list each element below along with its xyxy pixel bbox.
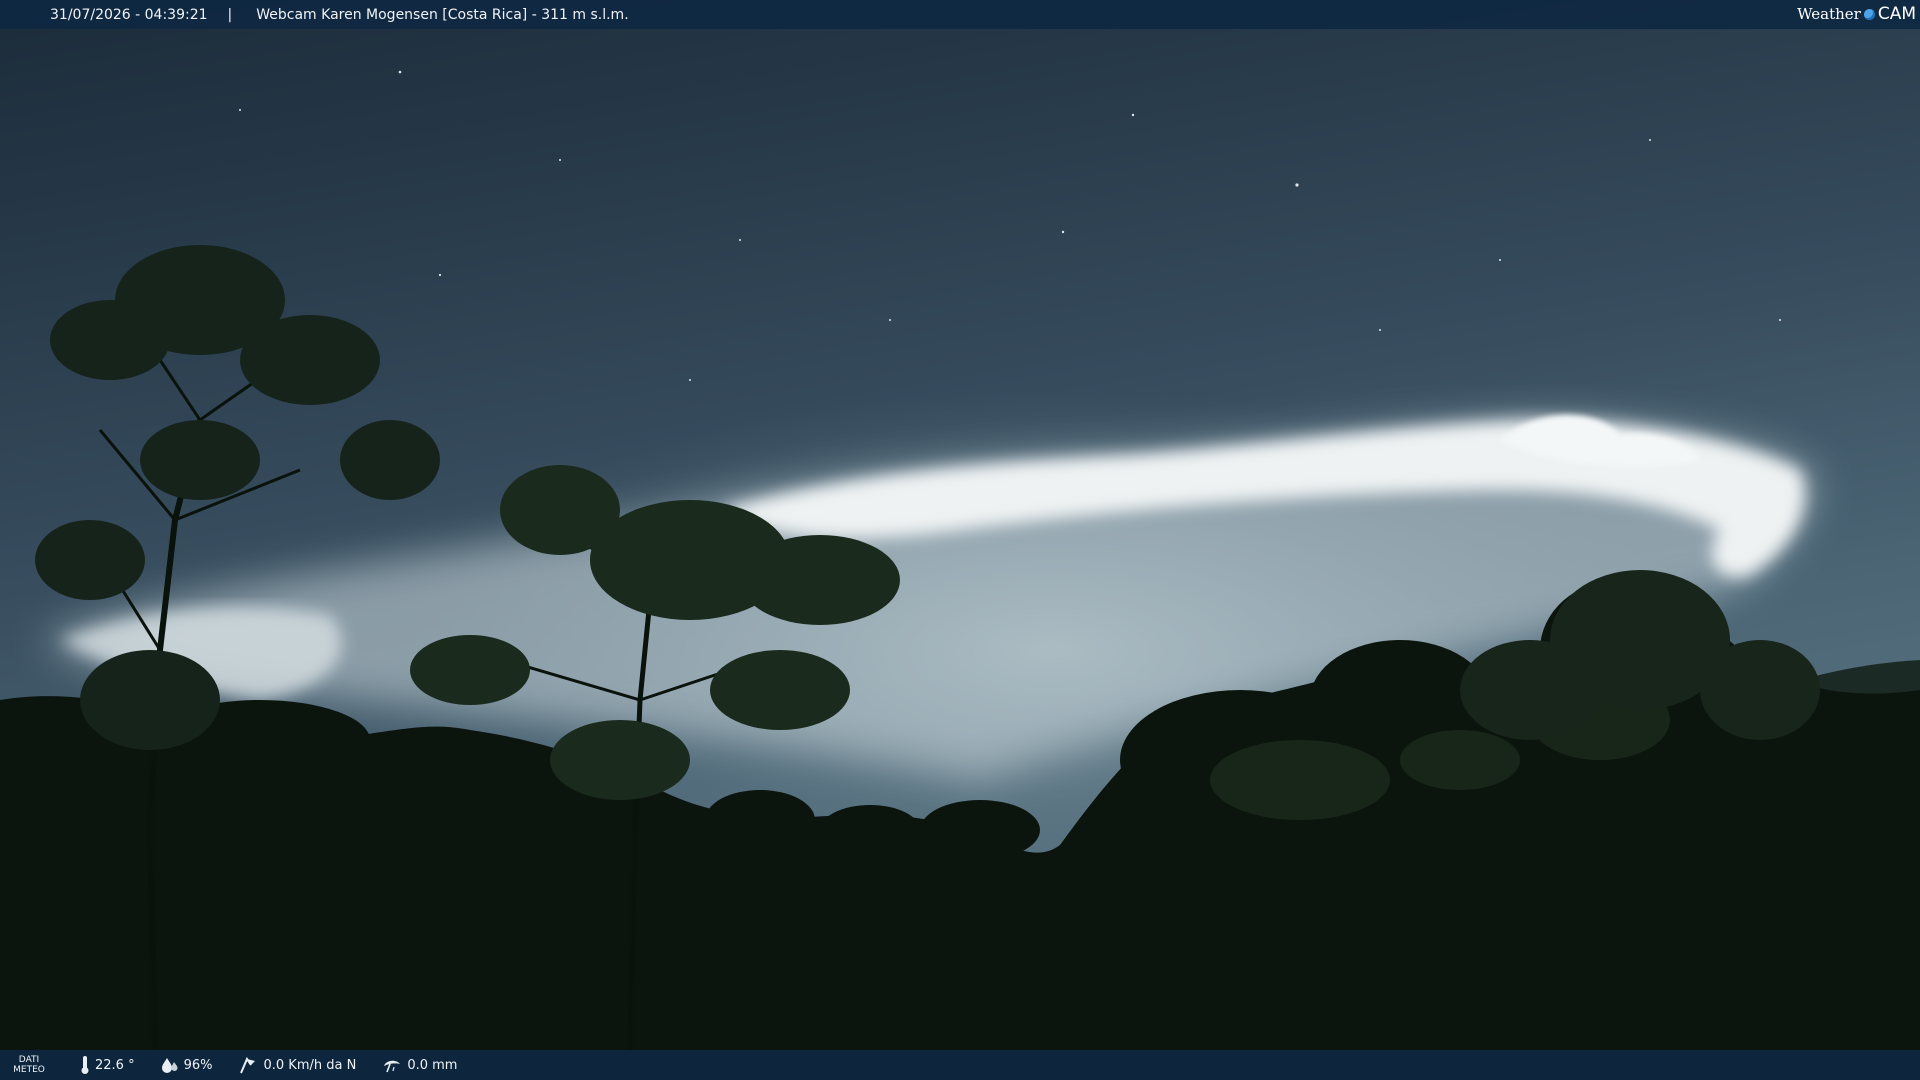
webcam-title: Webcam Karen Mogensen [Costa Rica] - 311… (256, 6, 629, 23)
webcam-night-scene (0, 0, 1920, 1080)
brand-weather: Weather (1797, 5, 1861, 23)
weathercam-logo[interactable]: Weather CAM (1797, 4, 1916, 24)
thermometer-icon (81, 1056, 89, 1074)
weathercam-logo-icon (1863, 8, 1875, 20)
temperature-value: 22.6 ° (95, 1057, 135, 1073)
meteo-label-line1: DATI (18, 1055, 40, 1065)
rain-icon (384, 1060, 401, 1073)
rain-metric: 0.0 mm (382, 1057, 457, 1073)
weather-data-bar: DATI METEO 22.6 ° 96% 0.0 Km/h da N 0.0 … (0, 1050, 1920, 1080)
meteo-label-line2: METEO (13, 1065, 45, 1075)
header-separator: | (227, 6, 233, 23)
humidity-icon (161, 1058, 178, 1073)
meteo-label: DATI METEO (0, 1055, 58, 1075)
temperature-metric: 22.6 ° (80, 1055, 135, 1075)
wind-value: 0.0 Km/h da N (263, 1057, 357, 1073)
wind-icon (240, 1056, 256, 1074)
humidity-metric: 96% (161, 1057, 213, 1073)
header-bar: 31/07/2026 - 04:39:21 | Webcam Karen Mog… (0, 0, 1920, 29)
timestamp: 31/07/2026 - 04:39:21 (50, 6, 208, 23)
wind-metric: 0.0 Km/h da N (238, 1056, 356, 1074)
brand-cam: CAM (1877, 4, 1916, 24)
rain-value: 0.0 mm (407, 1057, 458, 1073)
humidity-value: 96% (183, 1057, 213, 1073)
